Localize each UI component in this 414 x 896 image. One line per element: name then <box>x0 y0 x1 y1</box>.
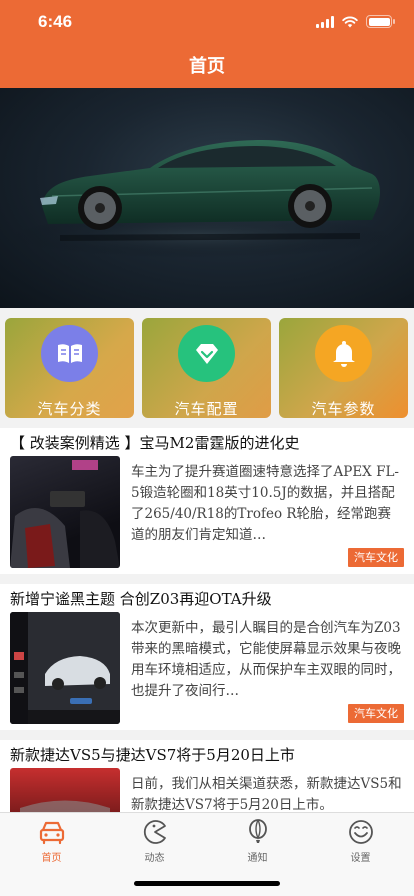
tab-label: 首页 <box>41 853 62 864</box>
wifi-icon <box>342 16 358 27</box>
car-icon <box>39 821 64 845</box>
bell-icon <box>315 325 372 382</box>
banner-image[interactable] <box>0 88 414 308</box>
signal-icon <box>316 15 334 28</box>
category-tile-classification[interactable]: 汽车分类 <box>5 318 134 418</box>
tab-label: 设置 <box>350 853 371 864</box>
news-item[interactable]: 【 改装案例精选 】宝马M2雷霆版的进化史 车主为了提升赛道圈速特意选择了APE… <box>0 428 414 574</box>
news-tag[interactable]: 汽车文化 <box>348 548 404 567</box>
category-label: 汽车分类 <box>37 400 102 418</box>
home-indicator <box>134 881 280 886</box>
news-thumbnail <box>10 612 120 724</box>
category-label: 汽车参数 <box>311 400 376 418</box>
category-label: 汽车配置 <box>174 400 239 418</box>
news-item[interactable]: 新增宁谧黑主题 合创Z03再迎OTA升级 本次更新中，最引人瞩目的是合创汽车为Z… <box>0 584 414 730</box>
tab-notice[interactable]: 通知 <box>206 819 309 869</box>
car-banner-illustration <box>10 140 390 258</box>
news-summary: 日前，我们从相关渠道获悉，新款捷达VS5和新款捷达VS7将于5月20日上市。 <box>131 776 402 812</box>
tab-label: 通知 <box>247 853 268 864</box>
category-grid: 汽车分类 汽车配置 汽车参数 <box>0 308 414 428</box>
pacman-icon <box>143 820 166 844</box>
news-item[interactable]: 新款捷达VS5与捷达VS7将于5月20日上市 日前，我们从相关渠道获悉，新款捷达… <box>0 740 414 812</box>
category-tile-parameters[interactable]: 汽车参数 <box>279 318 408 418</box>
balloon-icon <box>248 819 267 843</box>
divider <box>0 730 414 740</box>
news-title: 新款捷达VS5与捷达VS7将于5月20日上市 <box>10 746 295 764</box>
diamond-icon <box>178 325 235 382</box>
news-tag[interactable]: 汽车文化 <box>348 704 404 723</box>
tab-settings[interactable]: 设置 <box>309 819 412 869</box>
divider <box>0 574 414 584</box>
news-summary: 车主为了提升赛道圈速特意选择了APEX FL-5锻造轮圈和18英寸10.5J的数… <box>131 464 399 543</box>
tab-home[interactable]: 首页 <box>0 819 103 869</box>
tab-dynamic[interactable]: 动态 <box>103 819 206 869</box>
status-icons <box>316 15 395 28</box>
smiley-icon <box>348 820 373 844</box>
navigation-header: 6:46 首页 <box>0 0 414 88</box>
news-title: 【 改装案例精选 】宝马M2雷霆版的进化史 <box>10 434 300 452</box>
news-title: 新增宁谧黑主题 合创Z03再迎OTA升级 <box>10 590 272 608</box>
status-bar: 6:46 <box>0 0 414 44</box>
page-title: 首页 <box>189 56 225 77</box>
news-thumbnail <box>10 768 120 812</box>
book-icon <box>41 325 98 382</box>
tab-label: 动态 <box>144 853 165 864</box>
battery-icon <box>366 15 395 28</box>
category-tile-configuration[interactable]: 汽车配置 <box>142 318 271 418</box>
status-time: 6:46 <box>38 12 73 31</box>
news-summary: 本次更新中，最引人瞩目的是合创汽车为Z03带来的黑暗模式，它能使屏幕显示效果与夜… <box>131 620 401 699</box>
news-thumbnail <box>10 456 120 568</box>
